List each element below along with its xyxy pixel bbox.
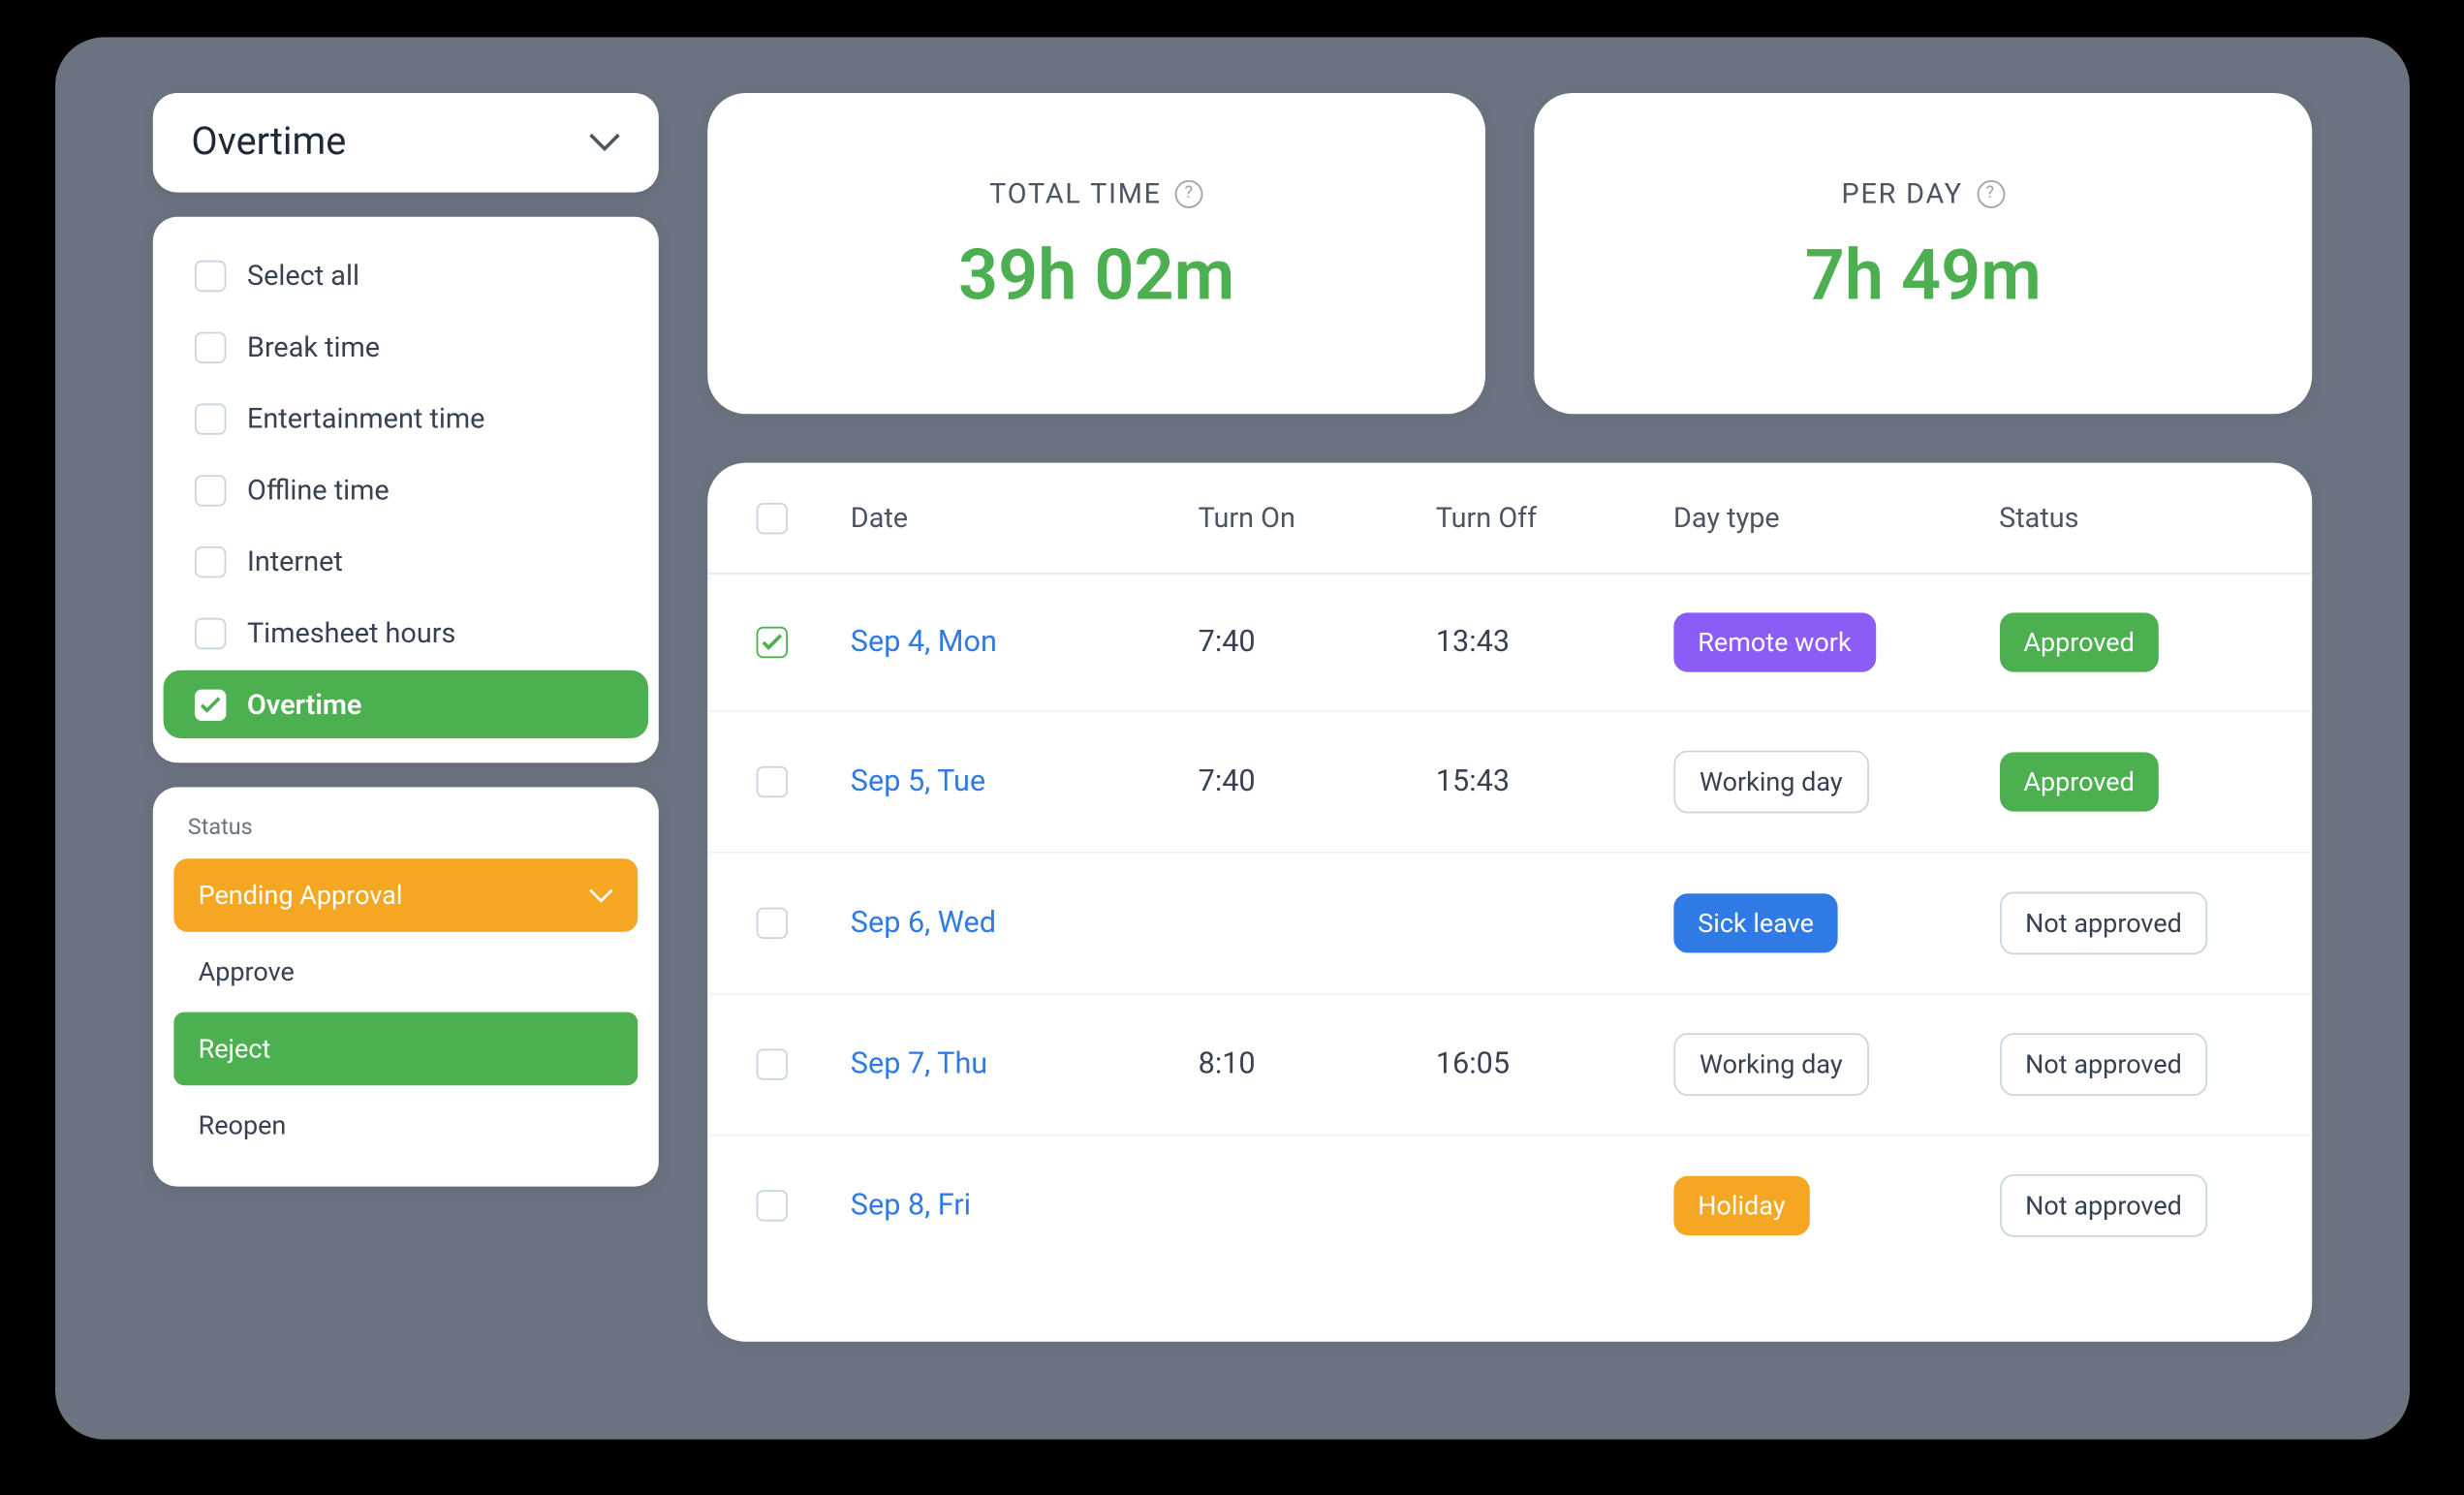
total-time-value: 39h 02m — [958, 234, 1234, 317]
timesheet-table: Date Turn On Turn Off Day type Status Se… — [707, 463, 2312, 1342]
filter-option[interactable]: Select all — [163, 241, 647, 309]
date-link[interactable]: Sep 4, Mon — [850, 625, 1180, 660]
chevron-down-icon — [588, 126, 619, 159]
turn-off-value: 16:05 — [1435, 1047, 1655, 1082]
col-date: Date — [850, 501, 1180, 534]
date-link[interactable]: Sep 5, Tue — [850, 764, 1180, 799]
day-type-badge[interactable]: Sick leave — [1673, 893, 1838, 952]
total-time-card: TOTAL TIME ? 39h 02m — [707, 93, 1485, 414]
status-option[interactable]: Reopen — [173, 1089, 638, 1163]
status-badge[interactable]: Not approved — [1999, 1174, 2208, 1237]
filter-option-label: Internet — [247, 545, 343, 577]
status-panel-title: Status — [173, 808, 638, 858]
checkbox[interactable] — [195, 617, 226, 648]
filter-option[interactable]: Entertainment time — [163, 385, 647, 452]
checkbox[interactable] — [195, 260, 226, 291]
row-checkbox[interactable] — [756, 1190, 787, 1221]
status-badge[interactable]: Approved — [1999, 752, 2159, 811]
turn-off-value: 13:43 — [1435, 625, 1655, 660]
status-select[interactable]: Pending Approval — [173, 858, 638, 932]
filter-option[interactable]: Offline time — [163, 455, 647, 523]
status-badge[interactable]: Not approved — [1999, 891, 2208, 954]
date-link[interactable]: Sep 7, Thu — [850, 1047, 1180, 1082]
table-header: Date Turn On Turn Off Day type Status — [707, 463, 2312, 575]
filter-option[interactable]: Break time — [163, 313, 647, 381]
filter-option-label: Break time — [247, 330, 380, 363]
checkbox[interactable] — [195, 331, 226, 362]
filter-option-label: Entertainment time — [247, 402, 484, 435]
filter-option-label: Select all — [247, 259, 359, 292]
date-link[interactable]: Sep 6, Wed — [850, 906, 1180, 941]
filter-dropdown-label: Overtime — [191, 121, 346, 165]
row-checkbox[interactable] — [756, 1048, 787, 1079]
status-badge[interactable]: Not approved — [1999, 1033, 2208, 1096]
select-all-checkbox[interactable] — [756, 502, 787, 533]
status-badge[interactable]: Approved — [1999, 612, 2159, 671]
status-panel: Status Pending Approval ApproveRejectReo… — [152, 787, 658, 1186]
col-status: Status — [1999, 501, 2263, 534]
filter-option-label: Overtime — [247, 688, 361, 721]
status-option[interactable]: Approve — [173, 935, 638, 1009]
table-row: Sep 8, Fri Holiday Not approved — [707, 1136, 2312, 1275]
help-icon[interactable]: ? — [1977, 179, 2005, 207]
table-row: Sep 7, Thu 8:10 16:05 Working day Not approv… — [707, 995, 2312, 1137]
per-day-label: PER DAY — [1841, 176, 1962, 209]
checkbox[interactable] — [195, 689, 226, 720]
filter-option[interactable]: Overtime — [163, 670, 647, 738]
day-type-badge[interactable]: Working day — [1673, 751, 1869, 814]
day-type-badge[interactable]: Holiday — [1673, 1176, 1810, 1235]
row-checkbox[interactable] — [756, 908, 787, 939]
filter-option[interactable]: Internet — [163, 527, 647, 595]
col-day-type: Day type — [1673, 501, 1981, 534]
turn-on-value: 7:40 — [1198, 625, 1418, 660]
checkbox[interactable] — [195, 403, 226, 434]
per-day-value: 7h 49m — [1804, 234, 2041, 317]
row-checkbox[interactable] — [756, 627, 787, 658]
day-type-badge[interactable]: Working day — [1673, 1033, 1869, 1096]
sidebar: Overtime Select all Break time Entertainme… — [152, 93, 658, 1342]
filter-option-label: Timesheet hours — [247, 616, 455, 649]
status-select-label: Pending Approval — [198, 880, 402, 911]
filter-option-label: Offline time — [247, 473, 390, 506]
chevron-down-icon — [588, 880, 612, 911]
table-row: Sep 4, Mon 7:40 13:43 Remote work Approved — [707, 575, 2312, 712]
turn-on-value: 7:40 — [1198, 764, 1418, 799]
main: TOTAL TIME ? 39h 02m PER DAY ? 7h 49m D — [707, 93, 2312, 1342]
checkbox[interactable] — [195, 474, 226, 505]
turn-off-value: 15:43 — [1435, 764, 1655, 799]
total-time-label: TOTAL TIME — [989, 176, 1162, 209]
table-row: Sep 6, Wed Sick leave Not approved — [707, 854, 2312, 995]
filter-dropdown[interactable]: Overtime — [152, 93, 658, 193]
col-turn-off: Turn Off — [1435, 501, 1655, 534]
status-option[interactable]: Reject — [173, 1012, 638, 1086]
col-turn-on: Turn On — [1198, 501, 1418, 534]
filter-option[interactable]: Timesheet hours — [163, 599, 647, 667]
turn-on-value: 8:10 — [1198, 1047, 1418, 1082]
table-row: Sep 5, Tue 7:40 15:43 Working day Approved — [707, 712, 2312, 854]
checkbox[interactable] — [195, 545, 226, 576]
row-checkbox[interactable] — [756, 766, 787, 797]
filter-options-list: Select all Break time Entertainment time Of… — [152, 217, 658, 763]
day-type-badge[interactable]: Remote work — [1673, 612, 1876, 671]
per-day-card: PER DAY ? 7h 49m — [1534, 93, 2312, 414]
help-icon[interactable]: ? — [1175, 179, 1203, 207]
date-link[interactable]: Sep 8, Fri — [850, 1188, 1180, 1223]
